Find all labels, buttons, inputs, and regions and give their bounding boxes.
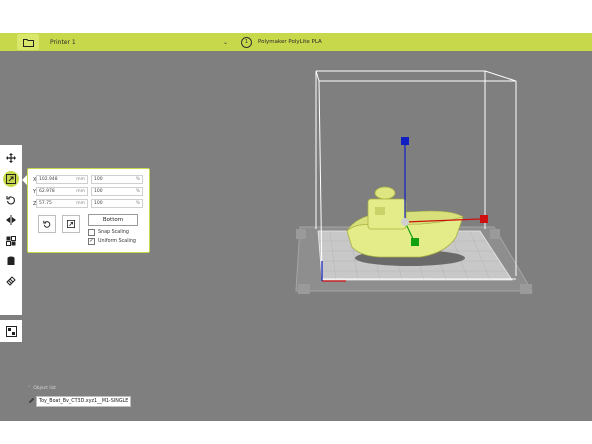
cura-window: Printer 1 ⌄ 1 Polymaker PolyLite PLA X 1… [0,0,592,444]
rotate-icon [6,196,15,205]
gizmo-z-handle[interactable] [401,137,409,145]
object-list-label: Object list [33,386,56,391]
plate-clip [520,284,532,294]
printer-selector[interactable]: Printer 1 ⌄ [44,35,232,49]
size-z-input[interactable]: 57.75 mm [36,199,88,208]
size-z-value: 57.75 [39,201,52,206]
mirror-tool-button[interactable] [3,212,19,228]
scale-tool-button[interactable] [3,171,19,187]
layer-tool-button[interactable] [3,273,19,289]
arrange-icon [5,325,17,337]
material-name: Polymaker PolyLite PLA [258,39,322,45]
object-list-toggle[interactable]: ˄ Object list [28,386,56,391]
per-model-settings-icon [6,236,16,246]
gizmo-x-handle[interactable] [480,215,488,223]
size-y-unit: mm [76,189,85,194]
support-blocker-button[interactable] [3,253,19,269]
percent-z-value: 100 [94,201,103,206]
top-toolbar: Printer 1 ⌄ 1 Polymaker PolyLite PLA [0,33,592,51]
size-y-value: 62.978 [39,189,55,194]
plate-clip [298,284,310,294]
lay-flat-icon [67,220,75,228]
open-file-button[interactable] [17,34,39,50]
uniform-scaling-label: Uniform Scaling [98,239,136,244]
drop-to-bottom-button[interactable]: Bottom [88,214,138,226]
rotate-tool-button[interactable] [3,192,19,208]
uniform-scaling-box: ✓ [88,238,95,245]
percent-y-unit: % [135,189,140,194]
layer-icon [6,276,16,286]
percent-z-unit: % [135,201,140,206]
bottom-strip [0,421,592,444]
undo-icon [43,220,51,228]
scale-panel: X 102.948 mm 100 % Y 62.978 mm 100 % Z 5… [27,168,150,253]
extruder-badge: 1 [241,36,252,48]
material-selector[interactable]: 1 Polymaker PolyLite PLA [241,35,322,49]
snap-scaling-box [88,229,95,236]
mirror-icon [6,215,16,225]
snap-scaling-checkbox[interactable]: Snap Scaling [88,229,129,236]
support-blocker-icon [7,256,15,265]
percent-z-input[interactable]: 100 % [91,199,143,208]
per-model-settings-button[interactable] [3,233,19,249]
scale-icon [6,174,16,184]
plate-clip [490,229,500,239]
scale-row-z: Z 57.75 mm 100 % [31,199,146,209]
percent-x-unit: % [135,177,140,182]
lay-flat-button[interactable] [62,215,80,233]
tool-sidebar [0,145,22,315]
reset-scale-button[interactable] [38,215,56,233]
move-tool-button[interactable] [3,150,19,166]
gizmo-y-handle[interactable] [411,238,419,246]
percent-x-value: 100 [94,177,103,182]
cabin [367,198,407,230]
object-file-name[interactable]: Toy_Boat_Bv_CT3D.xyz1__M1-SINGLE [36,396,132,407]
cabin-window [375,207,385,215]
top-blank-strip [0,0,592,33]
scale-row-x: X 102.948 mm 100 % [31,175,146,185]
gizmo-center[interactable] [401,218,409,226]
size-x-unit: mm [76,177,85,182]
size-z-unit: mm [76,201,85,206]
size-x-value: 102.948 [39,177,58,182]
chevron-up-icon: ˄ [28,386,31,391]
chimney [374,186,396,200]
uniform-scaling-checkbox[interactable]: ✓ Uniform Scaling [88,238,136,245]
percent-y-value: 100 [94,189,103,194]
pencil-icon[interactable] [28,397,35,404]
plate-clip [296,229,306,239]
snap-scaling-label: Snap Scaling [98,230,129,235]
percent-x-input[interactable]: 100 % [91,175,143,184]
percent-y-input[interactable]: 100 % [91,187,143,196]
scale-row-y: Y 62.978 mm 100 % [31,187,146,197]
move-icon [6,153,16,163]
size-y-input[interactable]: 62.978 mm [36,187,88,196]
printer-name: Printer 1 [50,38,76,46]
chevron-down-icon: ⌄ [222,38,228,46]
arrange-button[interactable] [0,320,22,342]
size-x-input[interactable]: 102.948 mm [36,175,88,184]
folder-icon [22,38,34,47]
